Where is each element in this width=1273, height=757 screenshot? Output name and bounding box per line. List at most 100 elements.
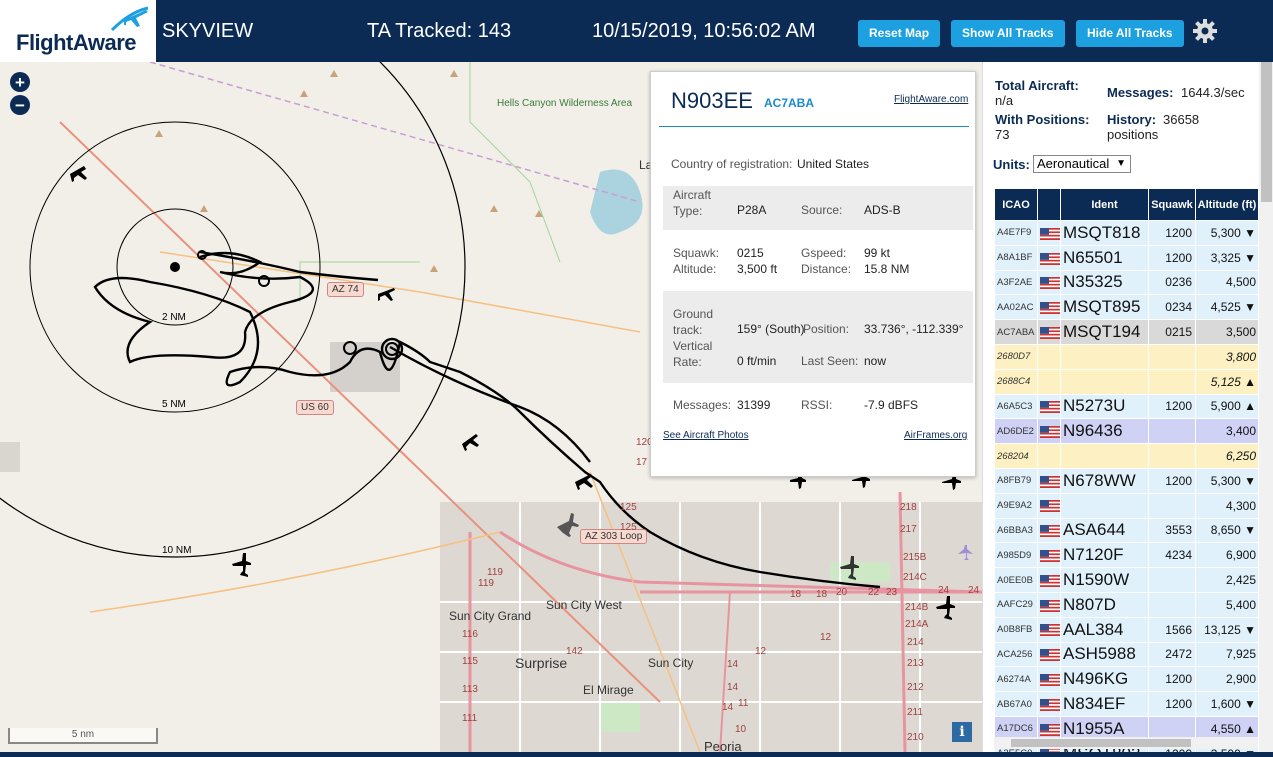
- cell-flag: [1037, 368, 1061, 395]
- cell-squawk: 3553: [1148, 517, 1196, 544]
- last-seen-label: Last Seen:: [801, 354, 859, 368]
- table-row[interactable]: AC7ABA MSQT194 0215 3,500: [994, 319, 1259, 345]
- zoom-out-button[interactable]: −: [10, 95, 30, 115]
- cell-flag: [1037, 244, 1061, 271]
- aircraft-photos-link[interactable]: See Aircraft Photos: [663, 430, 749, 441]
- table-row[interactable]: 2688C4 5,125 ▲: [994, 368, 1259, 395]
- route-number: 214C: [903, 572, 927, 583]
- table-row[interactable]: A6BBA3 ASA644 3553 8,650 ▼: [994, 517, 1259, 544]
- cell-altitude: 5,300 ▼: [1195, 467, 1259, 494]
- aircraft-marker[interactable]: [378, 288, 395, 301]
- us-flag-icon: [1040, 475, 1060, 488]
- table-row[interactable]: A9E9A2 4,300: [994, 492, 1259, 519]
- cell-flag: [1037, 616, 1061, 643]
- with-positions-label: With Positions:: [995, 112, 1090, 127]
- table-row[interactable]: A6A5C3 N5273U 1200 5,900 ▲: [994, 393, 1259, 420]
- aircraft-table-body: A4E7F9 MSQT818 1200 5,300 ▼ A8A1BF N65501 1200…: [994, 220, 1259, 752]
- table-row[interactable]: AAFC29 N807D 5,400: [994, 591, 1259, 618]
- reset-map-button[interactable]: Reset Map: [858, 20, 941, 47]
- vertical-scroll-thumb[interactable]: [1261, 62, 1272, 202]
- cell-icao: AC7ABA: [994, 319, 1038, 345]
- place-label-el-mirage: El Mirage: [583, 683, 634, 697]
- cell-squawk: [1148, 418, 1196, 445]
- aircraft-marker[interactable]: [462, 434, 479, 451]
- table-row[interactable]: A0EE0B N1590W 2,425: [994, 567, 1259, 593]
- popup-ident: N903EE: [671, 88, 753, 113]
- route-number: 115: [462, 656, 478, 667]
- cell-ident: ASA644: [1060, 517, 1149, 544]
- table-row[interactable]: AD6DE2 N96436 3,400: [994, 418, 1259, 445]
- gear-icon[interactable]: [1192, 18, 1218, 44]
- cell-altitude: 3,500: [1195, 319, 1259, 345]
- info-button[interactable]: i: [952, 722, 972, 742]
- zoom-in-button[interactable]: +: [10, 72, 30, 92]
- column-header-icao[interactable]: ICAO: [994, 188, 1038, 221]
- place-label-peoria: Peoria: [704, 739, 742, 752]
- aircraft-marker[interactable]: [70, 166, 87, 182]
- show-all-tracks-button[interactable]: Show All Tracks: [951, 20, 1065, 47]
- units-value: Aeronautical: [1037, 156, 1110, 171]
- table-row[interactable]: A0B8FB AAL384 1566 13,125 ▼: [994, 616, 1259, 643]
- airframes-link[interactable]: AirFrames.org: [904, 430, 967, 441]
- table-row[interactable]: A4E7F9 MSQT818 1200 5,300 ▼: [994, 220, 1259, 246]
- cell-squawk: [1148, 368, 1196, 395]
- place-label-surprise: Surprise: [515, 655, 568, 671]
- place-label-sun-city-west: Sun City West: [546, 598, 622, 612]
- route-number: 125: [620, 502, 637, 513]
- table-row[interactable]: A985D9 N7120F 4234 6,900: [994, 542, 1259, 569]
- place-label-sun-city-grand: Sun City Grand: [449, 609, 532, 623]
- clock: 10/15/2019, 10:56:02 AM: [592, 20, 816, 42]
- gspeed-value: 99 kt: [864, 246, 891, 260]
- cell-flag: [1037, 418, 1061, 445]
- units-select[interactable]: Aeronautical ▼: [1033, 155, 1131, 173]
- cell-ident: N496KG: [1060, 666, 1149, 693]
- cell-icao: A9E9A2: [994, 492, 1038, 519]
- table-row[interactable]: 2680D7 3,800: [994, 343, 1259, 370]
- table-row[interactable]: A8A1BF N65501 1200 3,325 ▼: [994, 244, 1259, 271]
- hide-all-tracks-button[interactable]: Hide All Tracks: [1076, 20, 1184, 47]
- gspeed-label: Gspeed:: [801, 246, 847, 260]
- table-row[interactable]: A8FB79 N678WW 1200 5,300 ▼: [994, 467, 1259, 494]
- cell-flag: [1037, 343, 1061, 370]
- route-number: 116: [462, 629, 478, 640]
- place-label-hells-canyon: Hells Canyon Wilderness Area: [497, 98, 633, 109]
- cell-squawk: 0234: [1148, 294, 1196, 321]
- table-row[interactable]: A6274A N496KG 1200 2,900: [994, 666, 1259, 693]
- column-header-ident[interactable]: Ident: [1060, 188, 1149, 221]
- route-number: 215B: [903, 552, 927, 563]
- route-number: 119: [478, 578, 494, 589]
- column-header-altitude[interactable]: Altitude (ft): [1195, 188, 1259, 221]
- cell-flag: [1037, 443, 1061, 469]
- position-value: 33.736°, -112.339°: [864, 322, 964, 336]
- horizontal-scroll-thumb[interactable]: [1011, 739, 1191, 747]
- table-row[interactable]: AB67A0 N834EF 1200 1,600 ▼: [994, 691, 1259, 717]
- column-header-flag[interactable]: [1037, 188, 1061, 221]
- flightaware-link[interactable]: FlightAware.com: [894, 94, 968, 105]
- table-row[interactable]: ACA256 ASH5988 2472 7,925: [994, 641, 1259, 668]
- table-row[interactable]: A3F2AE N35325 0236 4,500: [994, 269, 1259, 296]
- cell-squawk: [1148, 343, 1196, 370]
- aircraft-marker[interactable]: [575, 474, 593, 490]
- altitude-label: Altitude:: [673, 262, 717, 276]
- column-header-squawk[interactable]: Squawk: [1148, 188, 1196, 221]
- ring-label-5nm: 5 NM: [162, 399, 186, 410]
- position-label: Position:: [803, 322, 850, 336]
- cell-squawk: 1200: [1148, 691, 1196, 717]
- route-number: 12: [820, 632, 832, 643]
- vertical-rate-value: 0 ft/min: [737, 354, 777, 368]
- route-number: 113: [462, 684, 478, 695]
- table-row[interactable]: AA02AC MSQT895 0234 4,525 ▼: [994, 294, 1259, 321]
- bottom-bar: [0, 752, 1273, 757]
- logo[interactable]: FlightAware: [0, 0, 158, 62]
- cell-altitude: 3,400: [1195, 418, 1259, 445]
- us-flag-icon: [1040, 624, 1060, 637]
- cell-ident: N35325: [1060, 269, 1149, 296]
- table-row[interactable]: 268204 6,250: [994, 443, 1259, 469]
- cell-squawk: 4234: [1148, 542, 1196, 569]
- us-flag-icon: [1040, 525, 1060, 538]
- route-number: 213: [907, 658, 924, 669]
- cell-ident: AAL384: [1060, 616, 1149, 643]
- aircraft-marker[interactable]: [232, 553, 251, 577]
- units-label: Units:: [993, 157, 1030, 172]
- cell-flag: [1037, 393, 1061, 420]
